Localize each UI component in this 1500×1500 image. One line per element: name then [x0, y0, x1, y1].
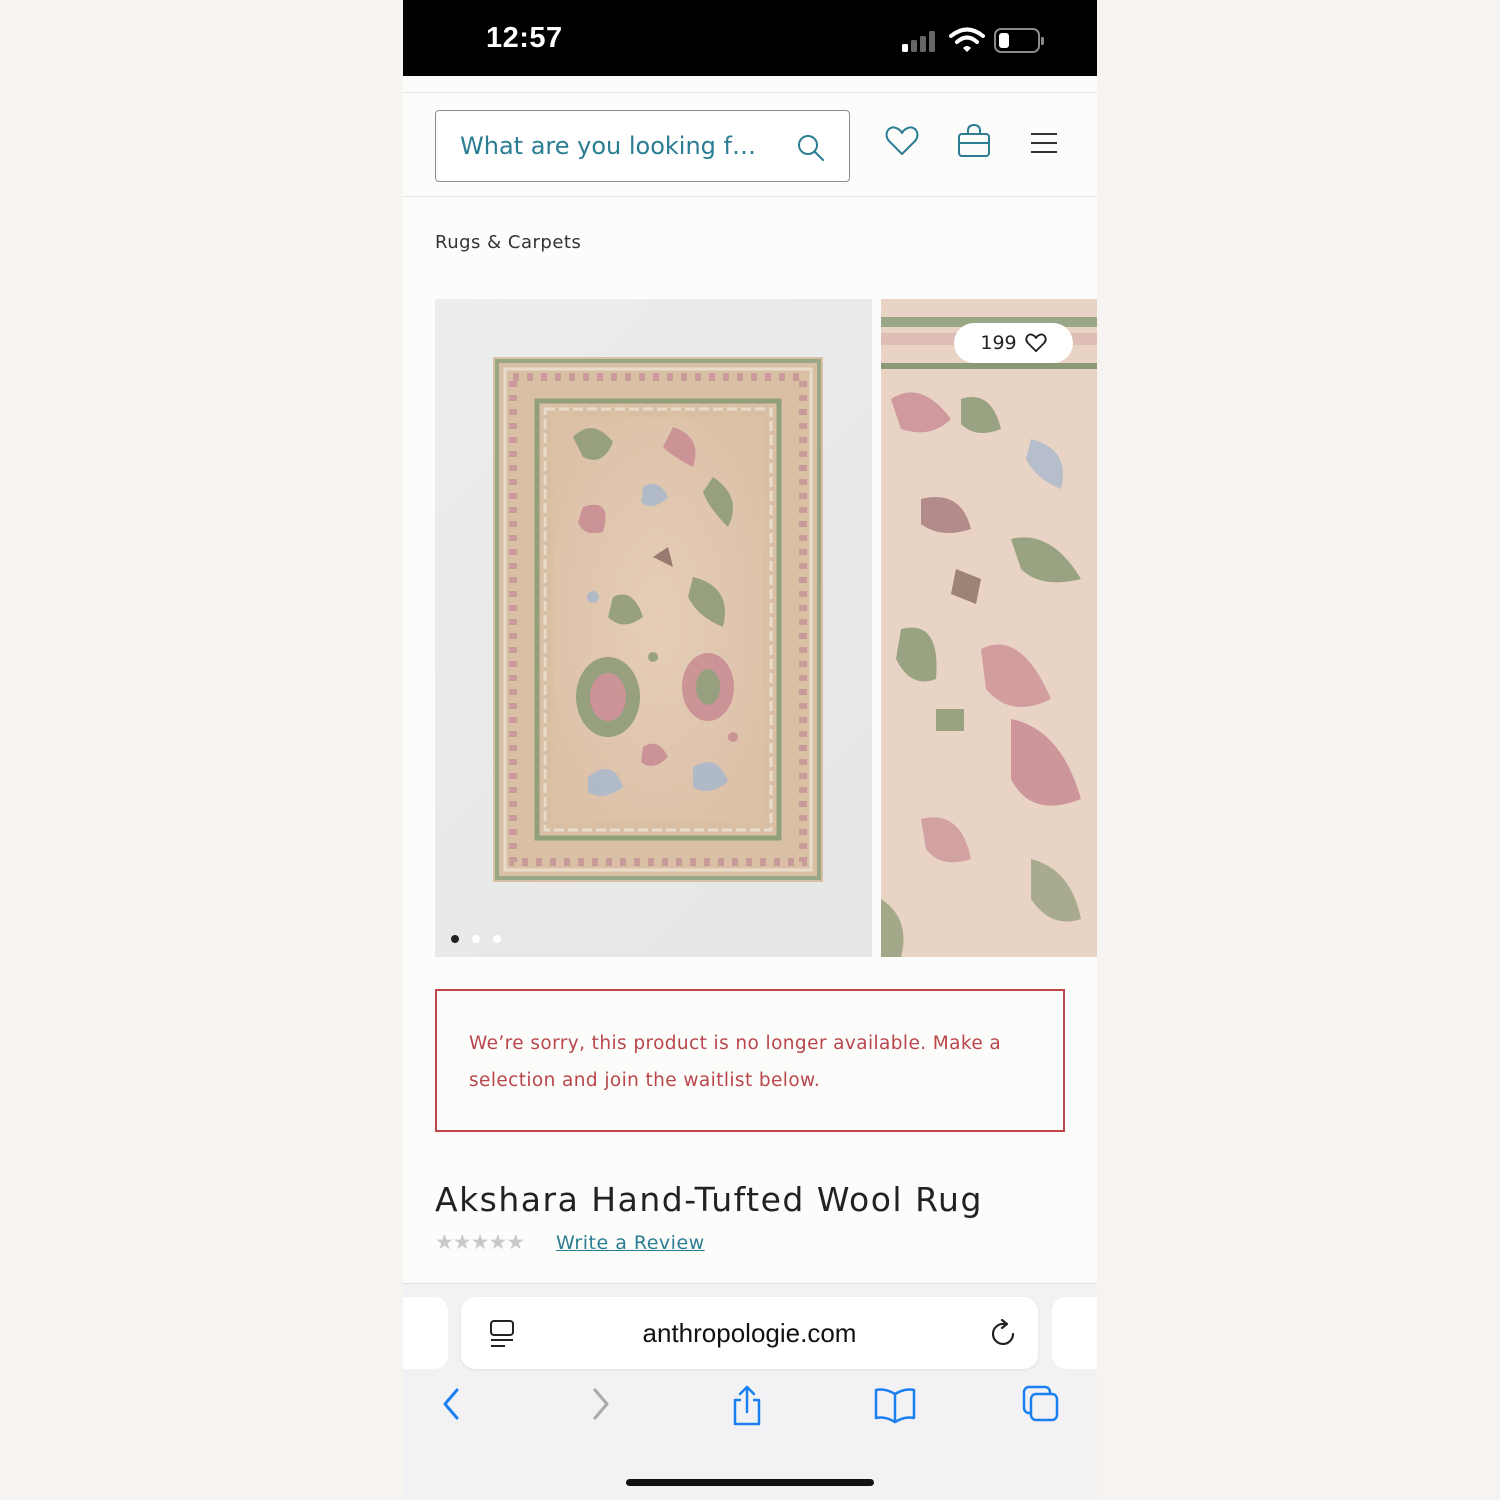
search-input[interactable] [460, 129, 780, 163]
home-indicator[interactable] [626, 1479, 874, 1486]
back-icon[interactable] [437, 1384, 465, 1424]
header-divider-bottom [403, 196, 1097, 197]
share-icon[interactable] [729, 1384, 765, 1428]
heart-icon [1025, 333, 1047, 353]
clock: 12:57 [486, 22, 563, 54]
search-icon[interactable] [796, 133, 826, 163]
product-image-detail[interactable] [881, 299, 1097, 957]
phone-screen: 12:57 R [403, 0, 1097, 1500]
battery-icon [994, 28, 1044, 53]
menu-icon[interactable] [1030, 131, 1058, 155]
forward-icon[interactable] [587, 1384, 615, 1424]
bookmarks-icon[interactable] [873, 1384, 917, 1424]
rating-stars: ★★★★★ [435, 1230, 525, 1254]
search-box[interactable] [435, 110, 850, 182]
rug-illustration [493, 357, 823, 882]
breadcrumb[interactable]: Rugs & Carpets [435, 232, 581, 253]
carousel-dots[interactable] [451, 928, 509, 943]
header-divider-top [403, 92, 1097, 93]
tabs-icon[interactable] [1021, 1384, 1061, 1424]
product-image-main[interactable] [435, 299, 872, 957]
unavailable-notice-text: We’re sorry, this product is no longer a… [469, 1033, 1002, 1091]
likes-count: 199 [980, 332, 1017, 354]
rug-detail-illustration [881, 299, 1097, 957]
heart-icon[interactable] [885, 125, 919, 157]
carousel-dot[interactable] [493, 935, 502, 943]
url-text: anthropologie.com [642, 1318, 857, 1348]
wifi-icon [949, 27, 985, 52]
likes-badge[interactable]: 199 [954, 323, 1073, 363]
product-title: Akshara Hand-Tufted Wool Rug [435, 1180, 983, 1219]
next-tab-pill[interactable] [1052, 1297, 1097, 1369]
write-review-link[interactable]: Write a Review [556, 1232, 705, 1254]
carousel-dot-active[interactable] [451, 935, 459, 943]
status-bar: 12:57 [403, 0, 1097, 76]
reload-icon[interactable] [989, 1319, 1019, 1349]
cellular-signal-icon [902, 30, 940, 52]
carousel-dot[interactable] [472, 935, 481, 943]
address-bar[interactable]: anthropologie.com [461, 1297, 1038, 1369]
unavailable-notice: We’re sorry, this product is no longer a… [435, 989, 1065, 1132]
previous-tab-pill[interactable] [403, 1297, 448, 1369]
browser-toolbar [403, 1384, 1097, 1444]
browser-bar: anthropologie.com [403, 1283, 1097, 1500]
bag-icon[interactable] [956, 123, 992, 159]
